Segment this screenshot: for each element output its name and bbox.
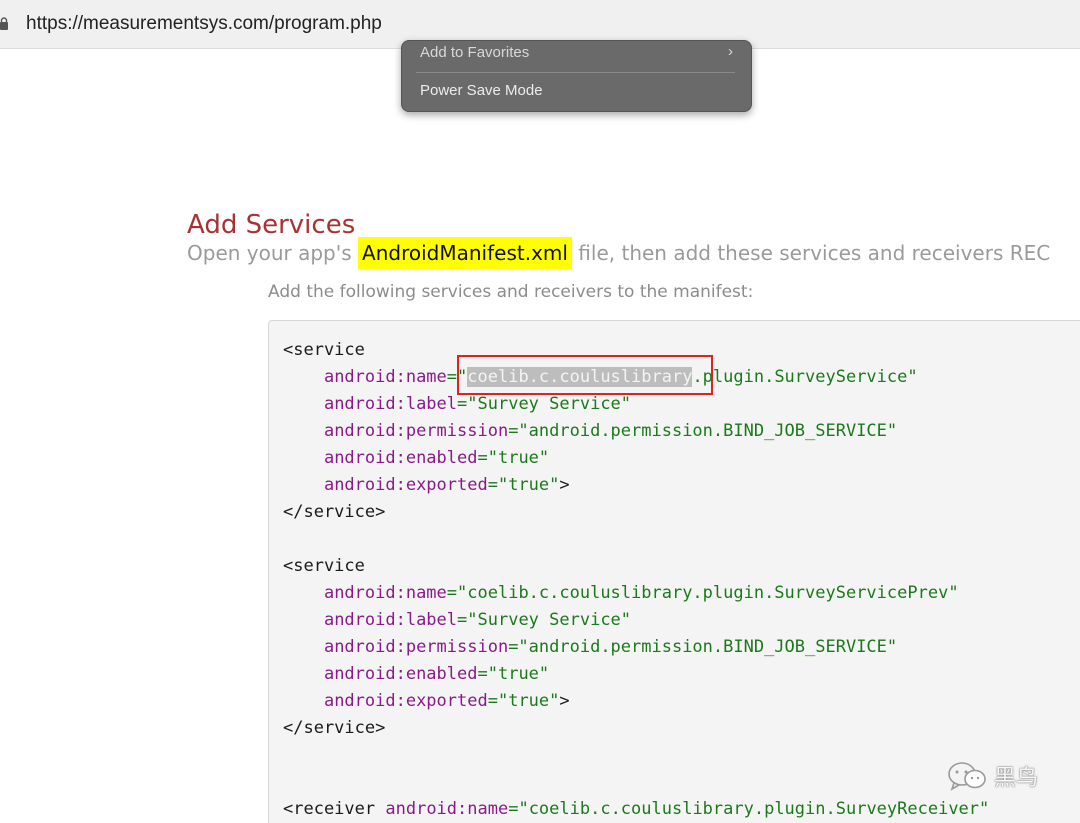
url-text[interactable]: https://measurementsys.com/program.php (26, 13, 382, 35)
code-attr-value: Survey Service (477, 610, 621, 630)
menu-divider (416, 72, 735, 73)
code-block[interactable]: <service android:name="coelib.c.coulusli… (268, 320, 1080, 823)
code-tag-close-bracket: > (559, 475, 570, 495)
code-attr-name: android:label (323, 394, 458, 414)
chevron-right-icon: › (728, 43, 733, 60)
section-title: Add Services (187, 209, 356, 240)
code-attr-name: android:label (323, 610, 458, 630)
code-open-tag: <service (283, 556, 365, 576)
code-tag-close-bracket: > (559, 691, 570, 711)
annotation-highlight-box (457, 355, 713, 395)
menu-item-power-save-mode[interactable]: Power Save Mode (420, 82, 543, 99)
code-attr-name: android:name (385, 799, 509, 819)
code-attr-name: android:exported (323, 475, 488, 495)
code-lines: <service android:name="coelib.c.coulusli… (283, 340, 990, 819)
code-close-tag: </service> (283, 502, 386, 522)
code-attr-value: Survey Service (477, 394, 621, 414)
code-attr-name: android:enabled (323, 448, 478, 468)
code-attr-value: true (497, 448, 539, 468)
lock-icon (0, 17, 8, 30)
code-close-tag: </service> (283, 718, 386, 738)
code-attr-value: coelib.c.couluslibrary.plugin.SurveyServ… (467, 583, 949, 603)
code-open-tag: <service (283, 340, 365, 360)
code-attr-value: true (508, 691, 550, 711)
intro-text-after: file, then add these services and receiv… (571, 241, 1051, 265)
code-attr-value: android.permission.BIND_JOB_SERVICE (528, 421, 887, 441)
code-attr-name: android:name (323, 583, 447, 603)
intro-paragraph: Open your app's AndroidManifest.xml file… (187, 237, 1051, 269)
manifest-filename-highlight: AndroidManifest.xml (358, 237, 572, 269)
code-attr-value: true (497, 664, 539, 684)
code-attr-value: coelib.c.couluslibrary.plugin.SurveyRece… (528, 799, 980, 819)
page: https://measurementsys.com/program.php A… (0, 0, 1080, 823)
menu-item-add-to-favorites[interactable]: Add to Favorites (420, 44, 529, 61)
code-attr-value: true (508, 475, 550, 495)
watermark-text: 黑鸟 (994, 766, 1039, 791)
instruction-text: Add the following services and receivers… (268, 282, 754, 302)
code-attr-value: .plugin.SurveyService (692, 367, 908, 387)
code-attr-value: android.permission.BIND_JOB_SERVICE (528, 637, 887, 657)
wechat-icon (948, 762, 986, 791)
context-menu: Add to Favorites › Power Save Mode (401, 40, 752, 112)
code-attr-name: android:enabled (323, 664, 478, 684)
code-attr-name: android:permission (323, 637, 509, 657)
code-open-tag: <receiver (283, 799, 376, 819)
intro-text-before: Open your app's (187, 241, 359, 265)
watermark: 黑鸟 (946, 760, 1038, 792)
code-attr-name: android:name (323, 367, 447, 387)
code-attr-name: android:permission (323, 421, 509, 441)
code-attr-name: android:exported (323, 691, 488, 711)
